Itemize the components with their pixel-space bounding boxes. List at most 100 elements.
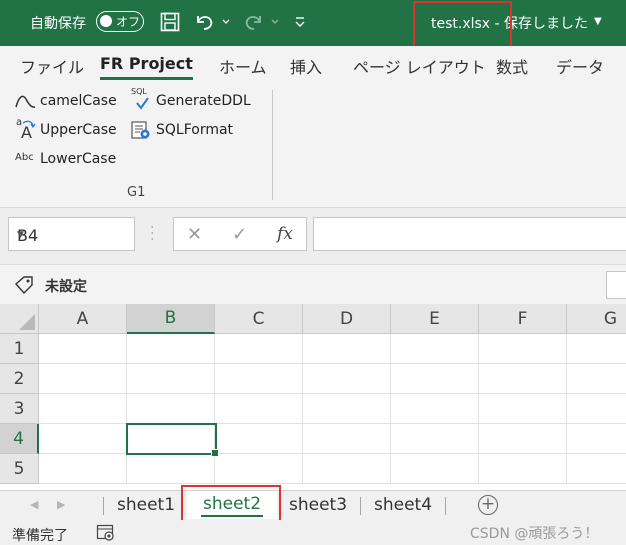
undo-dropdown-icon[interactable] — [221, 10, 231, 34]
cell-a2[interactable] — [39, 364, 127, 394]
cell-d1[interactable] — [303, 334, 391, 364]
autosave-label: 自動保存 — [30, 16, 86, 32]
cancel-icon[interactable]: ✕ — [187, 224, 202, 245]
formula-input[interactable] — [313, 217, 626, 251]
cell-c2[interactable] — [215, 364, 303, 394]
cell-f3[interactable] — [479, 394, 567, 424]
column-header-d[interactable]: D — [303, 304, 391, 334]
column-header-g[interactable]: G — [567, 304, 626, 334]
sheet-tab-sheet1[interactable]: sheet1 — [105, 491, 187, 519]
cell-g4[interactable] — [567, 424, 626, 454]
cell-g1[interactable] — [567, 334, 626, 364]
column-header-a[interactable]: A — [39, 304, 127, 334]
cell-a4[interactable] — [39, 424, 127, 454]
sheet-tab-bar: ◀ ▶ sheet1 sheet2 sheet3 sheet4 + — [0, 485, 626, 522]
macro-record-icon[interactable] — [96, 524, 116, 545]
cell-f4[interactable] — [479, 424, 567, 454]
formula-buttons: ✕ ✓ fx — [173, 217, 307, 251]
cell-e2[interactable] — [391, 364, 479, 394]
select-all-corner[interactable] — [0, 304, 39, 334]
tab-data[interactable]: データ — [556, 54, 604, 78]
row-header-5[interactable]: 5 — [0, 454, 39, 484]
row-header-2[interactable]: 2 — [0, 364, 39, 394]
save-icon[interactable] — [160, 10, 180, 34]
formula-bar: B4 ▼ · · · ✕ ✓ fx — [0, 208, 626, 264]
camelcase-label: camelCase — [40, 93, 117, 109]
cell-f5[interactable] — [479, 454, 567, 484]
lowercase-label: LowerCase — [40, 151, 117, 167]
cell-d4[interactable] — [303, 424, 391, 454]
cell-e5[interactable] — [391, 454, 479, 484]
tab-separator — [445, 497, 446, 515]
tab-fr-project[interactable]: FR Project — [100, 54, 193, 80]
cell-g2[interactable] — [567, 364, 626, 394]
cell-g3[interactable] — [567, 394, 626, 424]
cell-f2[interactable] — [479, 364, 567, 394]
generateddl-button[interactable]: SQL GenerateDDL — [130, 87, 251, 114]
cell-c3[interactable] — [215, 394, 303, 424]
cell-e1[interactable] — [391, 334, 479, 364]
enter-icon[interactable]: ✓ — [232, 224, 247, 245]
redo-icon[interactable] — [243, 10, 265, 34]
drag-handle-icon[interactable]: · · · — [150, 221, 154, 247]
column-header-b[interactable]: B — [127, 304, 215, 334]
tab-home[interactable]: ホーム — [219, 54, 267, 78]
tag-icon[interactable] — [13, 275, 35, 299]
title-bar: 自動保存 オフ test.xlsx - 保存しました ▼ — [0, 0, 626, 63]
redo-dropdown-icon[interactable] — [270, 10, 280, 34]
cell-b1[interactable] — [127, 334, 215, 364]
cell-c1[interactable] — [215, 334, 303, 364]
tab-insert[interactable]: 挿入 — [290, 54, 322, 78]
cell-f1[interactable] — [479, 334, 567, 364]
undo-icon[interactable] — [193, 10, 215, 34]
uppercase-label: UpperCase — [40, 122, 117, 138]
cell-b5[interactable] — [127, 454, 215, 484]
sheet-tab-sheet4[interactable]: sheet4 — [362, 491, 444, 519]
sensitivity-label[interactable]: 未設定 — [45, 276, 87, 296]
ribbon-group-divider — [272, 90, 273, 200]
uppercase-button[interactable]: a A UpperCase — [14, 117, 117, 143]
sheet-scroll-right-icon[interactable]: ▶ — [57, 498, 65, 511]
sql-format-icon — [130, 119, 152, 141]
customize-toolbar-icon[interactable] — [294, 10, 306, 34]
tab-formulas[interactable]: 数式 — [496, 54, 528, 78]
watermark: CSDN @頑張ろう！ — [470, 526, 599, 542]
name-box[interactable]: B4 ▼ — [8, 217, 135, 251]
insert-function-icon[interactable]: fx — [277, 224, 293, 244]
cell-b3[interactable] — [127, 394, 215, 424]
column-header-e[interactable]: E — [391, 304, 479, 334]
sheet-tab-sheet3[interactable]: sheet3 — [277, 491, 359, 519]
cell-g5[interactable] — [567, 454, 626, 484]
cell-e4[interactable] — [391, 424, 479, 454]
sql-icon-text: SQL — [131, 87, 147, 96]
add-sheet-button[interactable]: + — [478, 495, 498, 515]
cell-c5[interactable] — [215, 454, 303, 484]
autosave-toggle[interactable]: オフ — [96, 11, 144, 32]
cell-a5[interactable] — [39, 454, 127, 484]
cell-d3[interactable] — [303, 394, 391, 424]
sheet-tab-label: sheet3 — [288, 495, 348, 515]
camelcase-button[interactable]: camelCase — [14, 88, 117, 114]
sqlformat-label: SQLFormat — [156, 122, 234, 138]
cell-a3[interactable] — [39, 394, 127, 424]
cell-c4[interactable] — [215, 424, 303, 454]
cell-d5[interactable] — [303, 454, 391, 484]
column-header-f[interactable]: F — [479, 304, 567, 334]
tab-file[interactable]: ファイル — [20, 54, 84, 78]
sensitivity-input[interactable] — [606, 271, 626, 299]
filename-dropdown-icon[interactable]: ▼ — [594, 16, 602, 27]
cell-a1[interactable] — [39, 334, 127, 364]
tab-page-layout[interactable]: ページ レイアウト — [353, 54, 486, 78]
row-header-4[interactable]: 4 — [0, 424, 39, 454]
row-header-1[interactable]: 1 — [0, 334, 39, 364]
name-box-dropdown-icon[interactable]: ▼ — [17, 230, 128, 240]
lowercase-button[interactable]: Abc LowerCase — [14, 146, 116, 172]
row-header-3[interactable]: 3 — [0, 394, 39, 424]
active-cell-b4[interactable] — [126, 423, 219, 457]
column-header-c[interactable]: C — [215, 304, 303, 334]
cell-d2[interactable] — [303, 364, 391, 394]
sqlformat-button[interactable]: SQLFormat — [130, 117, 233, 143]
cell-e3[interactable] — [391, 394, 479, 424]
cell-b2[interactable] — [127, 364, 215, 394]
sheet-scroll-left-icon[interactable]: ◀ — [30, 498, 38, 511]
